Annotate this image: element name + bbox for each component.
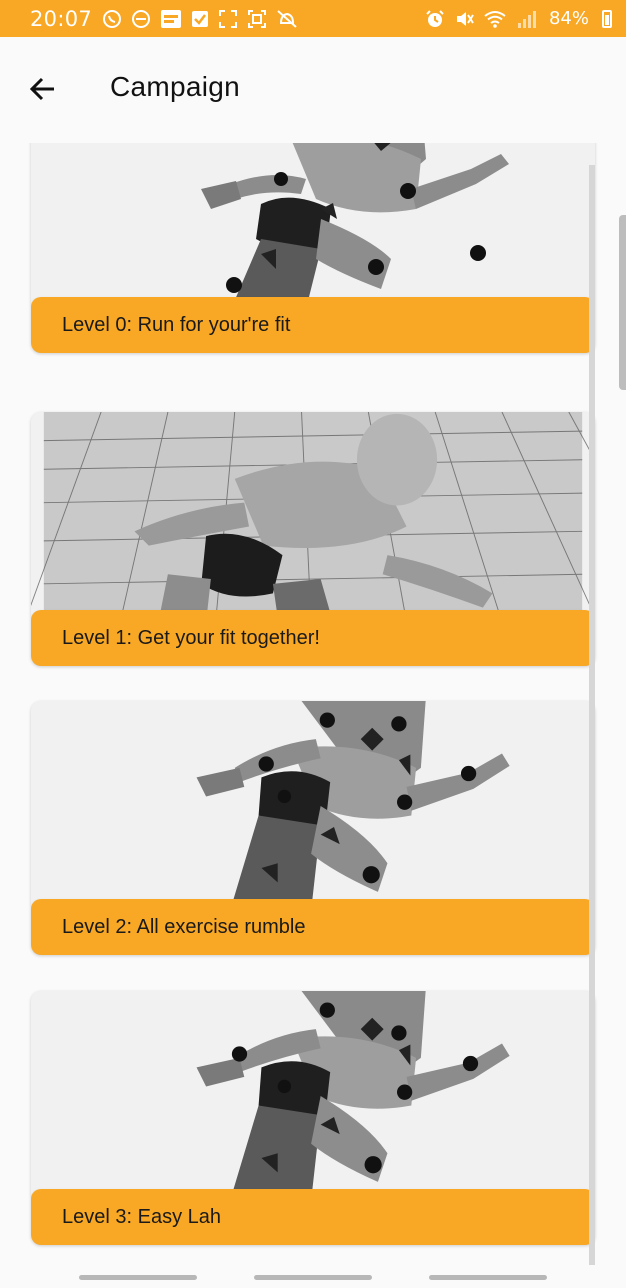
screenshot-icon [218,9,238,29]
carrier-badge-icon [160,9,182,29]
level-label: Level 3: Easy Lah [62,1205,221,1228]
status-right-icons: 84% [425,9,612,29]
whatsapp-icon [102,9,122,29]
wifi-icon [483,9,507,29]
level-label-bar[interactable]: Level 2: All exercise rumble [31,899,595,955]
alarm-icon [425,9,445,29]
navigation-hint-bar [0,1265,626,1288]
nav-home-pill[interactable] [254,1275,372,1280]
list-scrollbar[interactable] [589,165,595,1265]
do-not-disturb-icon [131,9,151,29]
sprinter-figure-image [43,991,583,1201]
level-label-bar[interactable]: Level 3: Easy Lah [31,1189,595,1245]
level-list[interactable]: Level 0: Run for your're fit Level 1: Ge… [0,143,626,1265]
alarm-off-icon [276,9,298,29]
level-card-3[interactable]: Level 3: Easy Lah [31,991,595,1245]
status-bar: 20:07 84% [0,0,626,37]
level-label: Level 0: Run for your're fit [62,313,291,336]
level-label-bar[interactable]: Level 0: Run for your're fit [31,297,595,353]
level-card-0[interactable]: Level 0: Run for your're fit [31,143,595,353]
checkbox-icon [191,10,209,28]
level-label: Level 2: All exercise rumble [62,915,306,938]
battery-icon [602,9,612,28]
level-label: Level 1: Get your fit together! [62,626,320,649]
level-card-2[interactable]: Level 2: All exercise rumble [31,701,595,955]
back-button[interactable] [28,74,58,104]
edge-scrollbar-thumb[interactable] [619,215,626,390]
signal-icon [516,9,538,29]
lunge-figure-image [31,412,595,622]
mute-icon [454,9,474,29]
scan-icon [247,9,267,29]
battery-percentage: 84% [548,7,589,29]
page-title: Campaign [110,71,241,102]
sprinter-figure-image [43,701,583,911]
level-label-bar[interactable]: Level 1: Get your fit together! [31,610,595,666]
arrow-left-icon [29,77,54,101]
app-bar: Campaign [0,37,626,143]
status-left-icons [102,9,298,29]
nav-recents-pill[interactable] [79,1275,197,1280]
nav-back-pill[interactable] [429,1275,547,1280]
level-card-1[interactable]: Level 1: Get your fit together! [31,412,595,666]
status-time: 20:07 [30,6,93,31]
sprinter-figure-image [31,143,595,309]
